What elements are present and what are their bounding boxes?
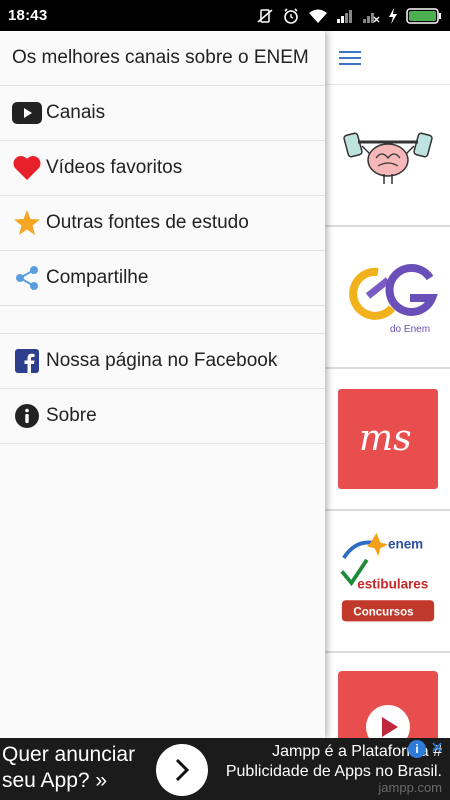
ad-info-icon[interactable]: i bbox=[408, 740, 426, 758]
signal-icon bbox=[336, 9, 354, 23]
drawer-item-label: Canais bbox=[46, 102, 106, 123]
drawer-title: Os melhores canais sobre o ENEM bbox=[0, 31, 325, 86]
drawer-item-label: Vídeos favoritos bbox=[46, 157, 183, 178]
channel-list-background: do Enem ms enem estibulares Concursos bbox=[325, 31, 450, 795]
ms-logo-text: ms bbox=[359, 418, 412, 459]
alarm-icon bbox=[282, 7, 300, 25]
ad-close-icon[interactable]: ✕ bbox=[428, 740, 446, 758]
app-toolbar bbox=[325, 31, 450, 85]
vestibulares-text: estibulares bbox=[357, 577, 428, 592]
og-do-enem-logo: do Enem bbox=[338, 247, 438, 347]
hamburger-menu-icon[interactable] bbox=[339, 47, 361, 69]
drawer-item-label: Sobre bbox=[46, 405, 97, 426]
ad-cta-line1: Quer anunciar bbox=[2, 743, 136, 766]
navigation-drawer: Os melhores canais sobre o ENEM Canais V… bbox=[0, 31, 325, 738]
status-icons bbox=[256, 7, 442, 25]
vibrate-off-icon bbox=[256, 8, 274, 24]
ad-description-line2: Publicidade de Apps no Brasil. bbox=[225, 763, 442, 780]
heart-icon bbox=[12, 153, 42, 183]
share-icon bbox=[12, 263, 42, 293]
ms-logo: ms bbox=[337, 389, 438, 489]
channel-tile-enem[interactable]: enem estibulares Concursos bbox=[325, 511, 450, 653]
facebook-icon bbox=[12, 346, 42, 376]
drawer-item-label: Compartilhe bbox=[46, 267, 149, 288]
star-icon bbox=[12, 208, 42, 238]
chevron-right-icon bbox=[175, 758, 190, 782]
drawer-item-canais[interactable]: Canais bbox=[0, 86, 325, 141]
drawer-item-compartilhe[interactable]: Compartilhe bbox=[0, 251, 325, 306]
brain-workout-logo bbox=[338, 105, 438, 205]
og-subtitle: do Enem bbox=[390, 324, 430, 335]
channel-tile-ms[interactable]: ms bbox=[325, 369, 450, 511]
drawer-item-label: Nossa página no Facebook bbox=[46, 350, 278, 371]
channel-tile-og[interactable]: do Enem bbox=[325, 227, 450, 369]
status-time: 18:43 bbox=[8, 7, 48, 24]
concursos-text: Concursos bbox=[353, 607, 413, 619]
charging-icon bbox=[388, 7, 398, 24]
signal-no-service-icon bbox=[362, 9, 380, 23]
battery-icon bbox=[406, 7, 442, 24]
ad-banner[interactable]: Quer anunciar seu App? » Jampp é a Plata… bbox=[0, 738, 450, 800]
enem-vestibulares-logo: enem estibulares Concursos bbox=[338, 531, 438, 631]
wifi-icon bbox=[308, 8, 328, 24]
enem-text: enem bbox=[388, 536, 423, 551]
channel-tile-brain[interactable] bbox=[325, 85, 450, 227]
info-icon bbox=[12, 401, 42, 431]
status-bar: 18:43 bbox=[0, 0, 450, 31]
drawer-item-outras-fontes[interactable]: Outras fontes de estudo bbox=[0, 196, 325, 251]
drawer-item-facebook[interactable]: Nossa página no Facebook bbox=[0, 334, 325, 389]
ad-cta-text[interactable]: Quer anunciar seu App? » bbox=[2, 742, 135, 794]
youtube-play-icon bbox=[12, 98, 42, 128]
drawer-divider bbox=[0, 306, 325, 334]
drawer-item-videos-favoritos[interactable]: Vídeos favoritos bbox=[0, 141, 325, 196]
ad-domain: jampp.com bbox=[378, 780, 442, 795]
drawer-item-sobre[interactable]: Sobre bbox=[0, 389, 325, 444]
ad-cta-line2: seu App? » bbox=[2, 769, 108, 792]
drawer-item-label: Outras fontes de estudo bbox=[46, 212, 249, 233]
ad-arrow-button[interactable] bbox=[156, 744, 208, 796]
app-screen: 18:43 do Enem ms enem estibulares Concur… bbox=[0, 0, 450, 800]
